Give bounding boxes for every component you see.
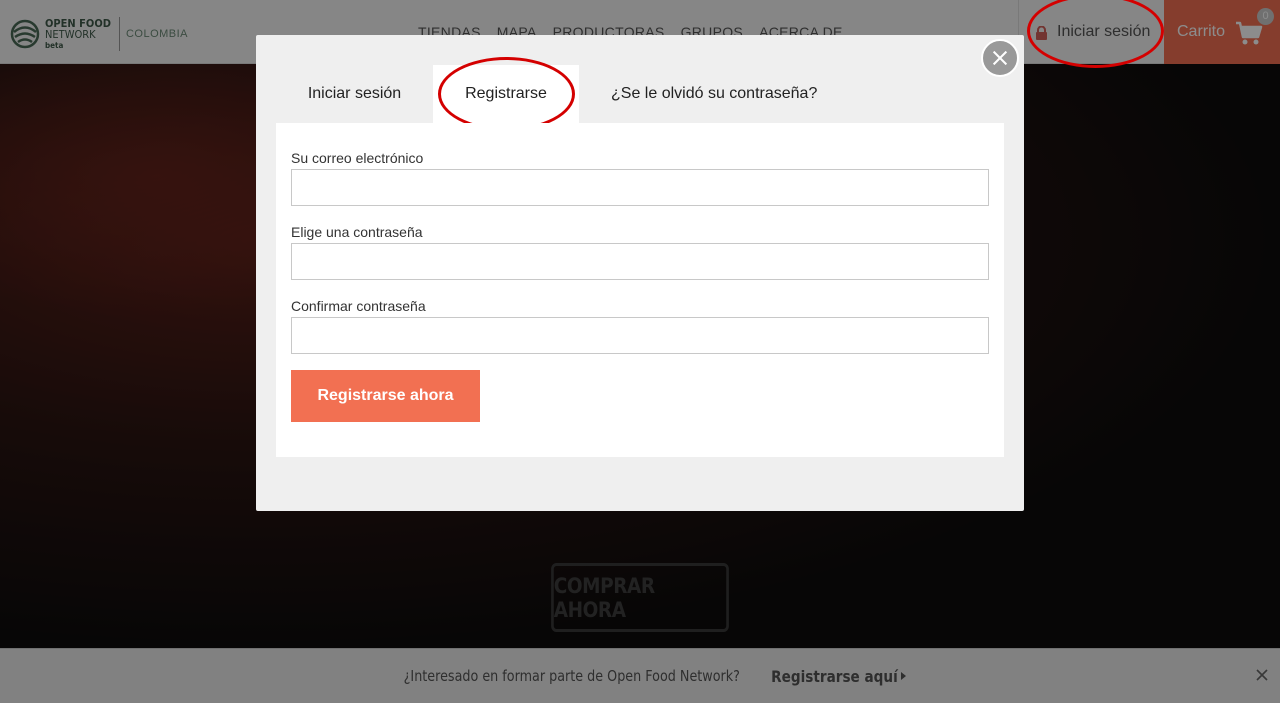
confirm-password-label: Confirmar contraseña	[291, 298, 426, 314]
register-form: Su correo electrónico Elige una contrase…	[276, 123, 1004, 457]
email-label: Su correo electrónico	[291, 150, 424, 166]
register-now-button[interactable]: Registrarse ahora	[291, 370, 480, 422]
close-icon[interactable]	[981, 39, 1019, 77]
tab-forgot-password[interactable]: ¿Se le olvidó su contraseña?	[579, 65, 817, 123]
tab-login[interactable]: Iniciar sesión	[276, 65, 433, 123]
email-field[interactable]	[291, 169, 989, 206]
annotation-circle-register	[438, 57, 575, 131]
password-field[interactable]	[291, 243, 989, 280]
auth-modal: Iniciar sesión Registrarse ¿Se le olvidó…	[256, 35, 1024, 511]
password-label: Elige una contraseña	[291, 224, 423, 240]
confirm-password-field[interactable]	[291, 317, 989, 354]
